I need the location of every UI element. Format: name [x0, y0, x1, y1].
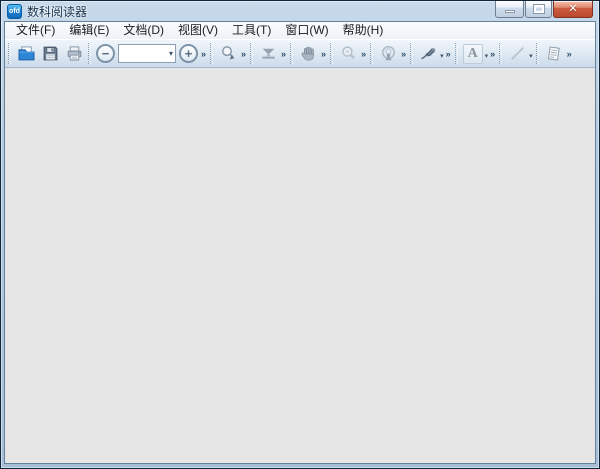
minimize-button[interactable]: [495, 1, 524, 18]
fit-page-overflow-chevron[interactable]: »: [281, 42, 286, 66]
open-icon: [18, 46, 34, 61]
read-aloud-overflow-chevron[interactable]: »: [401, 42, 406, 66]
text-tool-overflow-chevron[interactable]: »: [490, 42, 495, 66]
minimize-icon: [505, 10, 515, 13]
pen-tool-button[interactable]: [416, 42, 440, 66]
toolbar-gripper[interactable]: [8, 43, 11, 64]
maximize-button[interactable]: [525, 1, 552, 18]
menu-item-edit[interactable]: 编辑(E): [62, 22, 116, 39]
magnifier-button[interactable]: [336, 42, 360, 66]
menu-item-view[interactable]: 视图(V): [171, 22, 225, 39]
menu-item-window[interactable]: 窗口(W): [278, 22, 335, 39]
toolbar-gripper[interactable]: [535, 43, 539, 64]
toolbar-gripper[interactable]: [499, 43, 503, 64]
line-tool-icon: [510, 47, 524, 60]
toolbar-gripper[interactable]: [370, 43, 374, 64]
zoom-out-button[interactable]: −: [96, 44, 115, 63]
fit-page-button[interactable]: [256, 42, 280, 66]
hand-icon: [301, 46, 314, 61]
print-button[interactable]: [62, 42, 86, 66]
pen-tool-overflow-chevron[interactable]: »: [446, 42, 451, 66]
read-aloud-icon: [381, 46, 395, 61]
window-title: 数科阅读器: [27, 4, 88, 19]
note-tool-overflow-chevron[interactable]: »: [567, 42, 572, 66]
note-tool-button[interactable]: [542, 42, 566, 66]
text-tool-button[interactable]: A: [461, 42, 485, 66]
maximize-icon: [533, 4, 545, 14]
zoom-in-button[interactable]: +: [179, 44, 198, 63]
app-window: ofd 数科阅读器 ✕ 文件(F) 编辑(E) 文档(D) 视图(V) 工具(T…: [0, 0, 600, 469]
chevron-down-icon: ▾: [168, 48, 173, 58]
menu-item-file[interactable]: 文件(F): [9, 22, 62, 39]
print-icon: [67, 46, 81, 61]
marquee-zoom-button[interactable]: [216, 42, 240, 66]
app-icon: ofd: [7, 3, 22, 19]
hand-tool-overflow-chevron[interactable]: »: [321, 42, 326, 66]
open-button[interactable]: [14, 42, 38, 66]
toolbar-gripper[interactable]: [290, 43, 294, 64]
text-tool-dropdown-icon[interactable]: ▾: [485, 52, 489, 62]
toolbar-gripper[interactable]: [88, 43, 91, 64]
pen-tool-dropdown-icon[interactable]: ▾: [440, 52, 444, 62]
menu-bar: 文件(F) 编辑(E) 文档(D) 视图(V) 工具(T) 窗口(W) 帮助(H…: [5, 22, 595, 39]
text-tool-icon: A: [462, 43, 483, 64]
marquee-zoom-icon: [221, 46, 234, 60]
zoom-level-combobox[interactable]: ▾: [118, 44, 176, 63]
magnifier-overflow-chevron[interactable]: »: [361, 42, 366, 66]
titlebar[interactable]: ofd 数科阅读器 ✕: [4, 1, 596, 21]
close-button[interactable]: ✕: [553, 1, 593, 18]
toolbar-gripper[interactable]: [410, 43, 414, 64]
save-icon: [43, 46, 57, 61]
zoom-overflow-chevron[interactable]: »: [201, 42, 206, 66]
client-area: 文件(F) 编辑(E) 文档(D) 视图(V) 工具(T) 窗口(W) 帮助(H…: [4, 21, 596, 464]
toolbar-gripper[interactable]: [210, 43, 214, 64]
menu-item-help[interactable]: 帮助(H): [336, 22, 391, 39]
line-tool-dropdown-icon[interactable]: ▾: [529, 52, 533, 62]
menu-item-document[interactable]: 文档(D): [116, 22, 171, 39]
toolbar-gripper[interactable]: [454, 43, 458, 64]
window-controls: ✕: [494, 1, 593, 18]
magnifier-icon: [341, 46, 355, 59]
toolbar-gripper[interactable]: [250, 43, 254, 64]
fit-page-icon: [261, 48, 275, 59]
document-canvas: [5, 68, 595, 463]
save-button[interactable]: [38, 42, 62, 66]
note-icon: [548, 46, 560, 61]
marquee-zoom-overflow-chevron[interactable]: »: [241, 42, 246, 66]
hand-tool-button[interactable]: [296, 42, 320, 66]
line-tool-button[interactable]: [505, 42, 529, 66]
menu-item-tools[interactable]: 工具(T): [225, 22, 278, 39]
read-aloud-button[interactable]: [376, 42, 400, 66]
pen-icon: [420, 48, 435, 60]
toolbar-gripper[interactable]: [330, 43, 334, 64]
close-icon: ✕: [568, 3, 578, 15]
toolbar: − ▾ + » » » » » » ▾ » A ▾ » ▾ »: [5, 39, 595, 68]
